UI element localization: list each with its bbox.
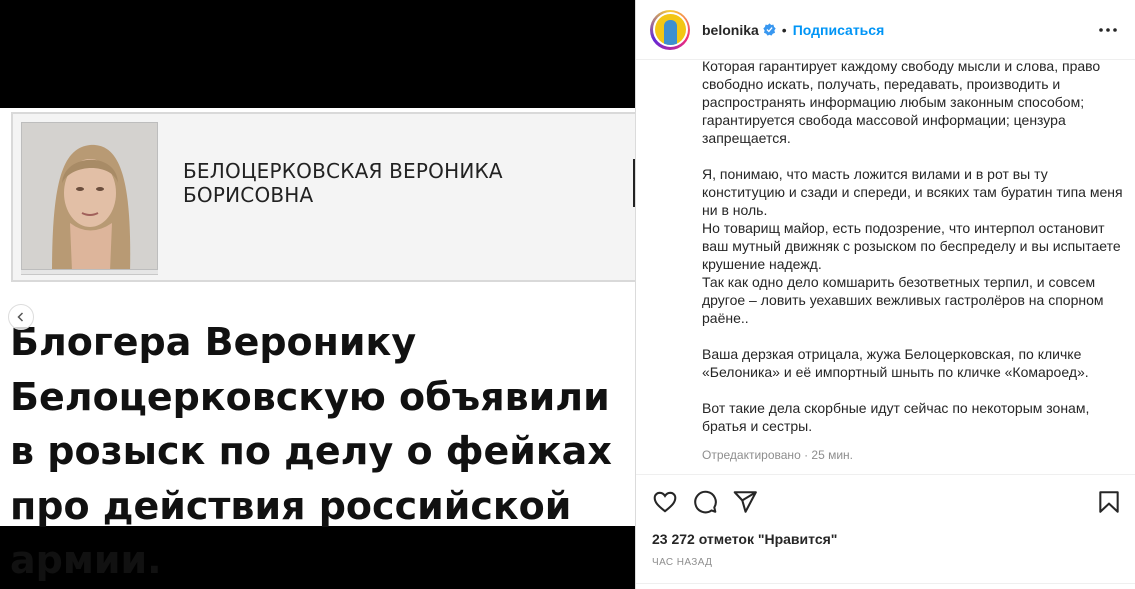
more-dots-icon: [1099, 28, 1117, 32]
edited-timestamp: Отредактировано · 25 мин.: [702, 448, 853, 462]
follow-button[interactable]: Подписаться: [793, 22, 885, 38]
post-media[interactable]: БЕЛОЦЕРКОВСКАЯ ВЕРОНИКА БОРИСОВНА Блогер…: [0, 0, 635, 589]
save-button[interactable]: [1096, 489, 1122, 515]
previous-slide-button[interactable]: [8, 304, 34, 330]
post-panel: belonika • Подписаться Которая гарантиру…: [635, 0, 1135, 589]
username-link[interactable]: belonika: [702, 22, 759, 38]
caption-paragraph: Которая гарантирует каждому свободу мысл…: [702, 60, 1101, 146]
caption-paragraph: Ваша дерзкая отрицала, жужа Белоцерковск…: [702, 346, 1089, 380]
comment-icon: [694, 490, 717, 514]
caption-paragraph: Вот такие дела скорбные идут сейчас по н…: [702, 400, 1090, 434]
verified-badge-icon: [763, 23, 776, 36]
post-time[interactable]: ЧАС НАЗАД: [652, 557, 712, 568]
divider: [636, 583, 1135, 584]
share-button[interactable]: [732, 489, 758, 515]
post-viewer: БЕЛОЦЕРКОВСКАЯ ВЕРОНИКА БОРИСОВНА Блогер…: [0, 0, 1135, 589]
like-count[interactable]: 23 272 отметок "Нравится": [652, 531, 837, 547]
wanted-name: БЕЛОЦЕРКОВСКАЯ ВЕРОНИКА БОРИСОВНА: [183, 159, 635, 207]
headline-text: Блогера Веронику Белоцерковскую объявили…: [10, 320, 612, 582]
post-header: belonika • Подписаться: [636, 0, 1135, 60]
comment-button[interactable]: [692, 489, 718, 515]
caption-paragraph: Я, понимаю, что масть ложится вилами и в…: [702, 166, 1123, 326]
chevron-left-icon: [17, 312, 24, 322]
avatar[interactable]: [650, 9, 690, 50]
heart-icon: [653, 491, 677, 513]
send-icon: [733, 491, 757, 513]
like-button[interactable]: [652, 489, 678, 515]
portrait-photo: [21, 122, 158, 270]
bookmark-icon: [1099, 491, 1119, 513]
action-bar: 23 272 отметок "Нравится" ЧАС НАЗАД: [636, 474, 1135, 584]
post-caption: Которая гарантирует каждому свободу мысл…: [702, 60, 1126, 475]
wanted-card: БЕЛОЦЕРКОВСКАЯ ВЕРОНИКА БОРИСОВНА: [11, 112, 635, 282]
photo-caption-strip: [21, 270, 158, 275]
separator-dot: •: [781, 21, 787, 38]
media-image: БЕЛОЦЕРКОВСКАЯ ВЕРОНИКА БОРИСОВНА Блогер…: [0, 108, 635, 582]
more-options-button[interactable]: [1098, 20, 1118, 40]
